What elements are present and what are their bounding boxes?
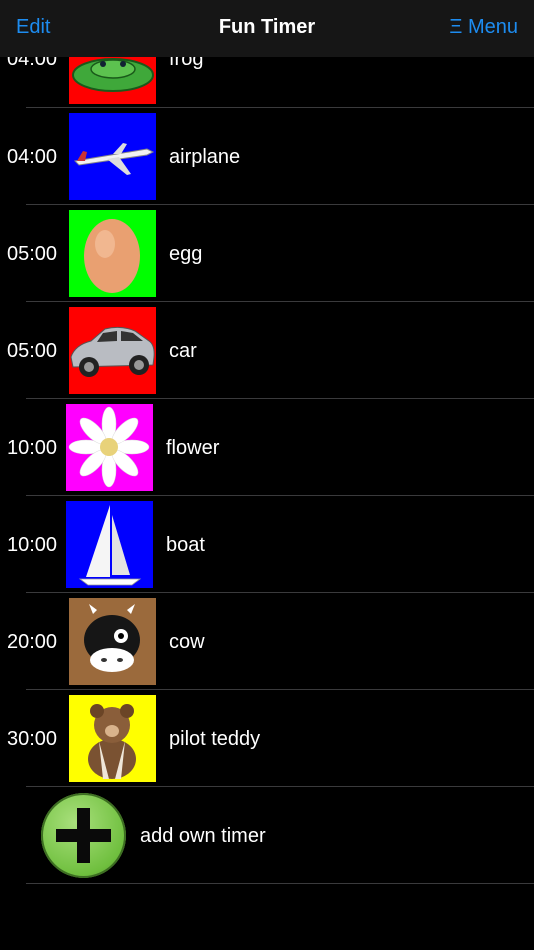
timer-duration: 04:00 — [7, 146, 58, 168]
timer-duration: 30:00 — [7, 728, 58, 750]
car-icon — [69, 307, 156, 394]
menu-button[interactable]: Ξ Menu — [449, 16, 518, 39]
timer-name: flower — [166, 437, 220, 459]
timer-row-flower[interactable]: 10:00 flower — [0, 399, 534, 496]
sailboat-icon — [66, 501, 153, 588]
timer-duration: 10:00 — [7, 534, 58, 556]
plus-circle-icon[interactable] — [41, 793, 126, 878]
timer-row-boat[interactable]: 10:00 boat — [0, 496, 534, 593]
timer-duration: 05:00 — [7, 340, 58, 362]
timer-duration: 05:00 — [7, 243, 58, 265]
timer-row-pilot-teddy[interactable]: 30:00 pilot teddy — [0, 690, 534, 787]
teddy-bear-icon — [69, 695, 156, 782]
navigation-bar: Edit Fun Timer Ξ Menu — [0, 0, 534, 57]
timer-name: airplane — [169, 146, 241, 168]
timer-row-egg[interactable]: 05:00 egg — [0, 205, 534, 302]
timer-name: cow — [169, 631, 205, 653]
flower-icon — [66, 404, 153, 491]
egg-icon — [69, 210, 156, 297]
cow-icon — [69, 598, 156, 685]
timer-row-car[interactable]: 05:00 car — [0, 302, 534, 399]
timer-row-airplane[interactable]: 04:00 airplane — [0, 108, 534, 205]
airplane-icon — [69, 113, 156, 200]
timer-duration: 20:00 — [7, 631, 58, 653]
timer-name: boat — [166, 534, 205, 556]
timer-name: car — [169, 340, 197, 362]
timer-duration: 10:00 — [7, 437, 58, 459]
add-timer-label: add own timer — [140, 825, 266, 847]
timer-name: pilot teddy — [169, 728, 261, 750]
timer-row-cow[interactable]: 20:00 cow — [0, 593, 534, 690]
timer-name: egg — [169, 243, 203, 265]
row-separator — [26, 883, 534, 884]
